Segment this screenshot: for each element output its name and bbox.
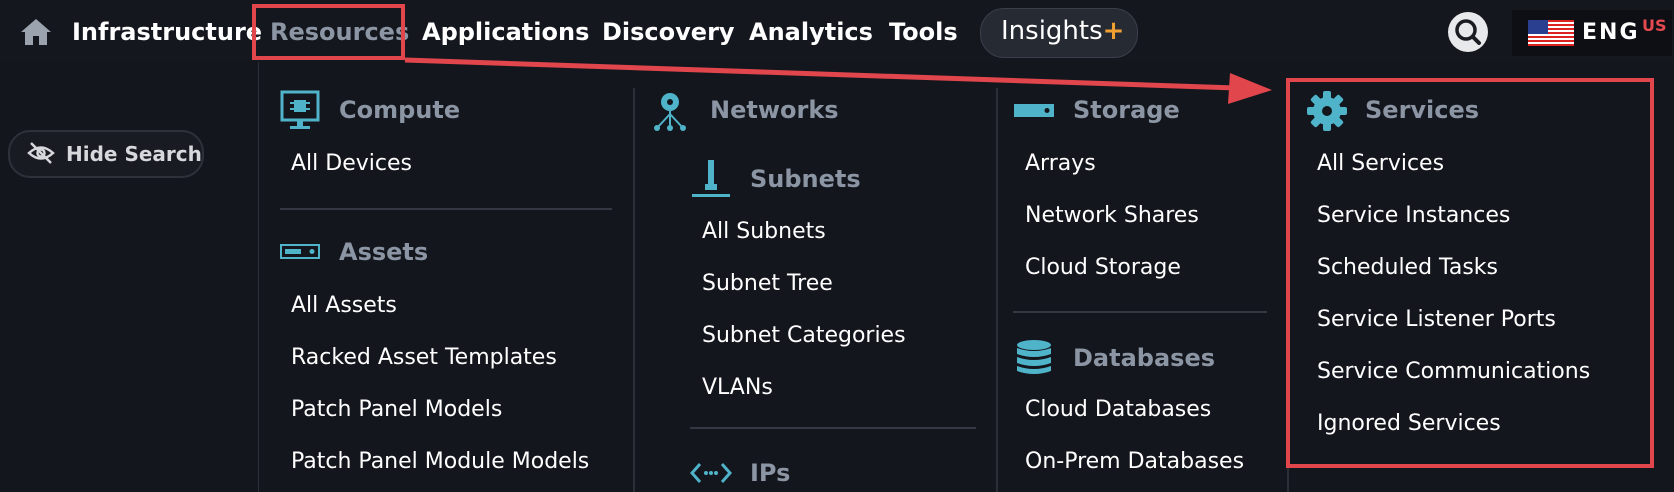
highlight-box-services — [1286, 78, 1654, 468]
us-flag-icon — [1528, 20, 1574, 46]
section-title-databases[interactable]: Databases — [1073, 344, 1215, 372]
link-racked-asset-templates[interactable]: Racked Asset Templates — [291, 345, 557, 370]
link-arrays[interactable]: Arrays — [1025, 151, 1096, 176]
language-region: US — [1642, 16, 1667, 35]
link-all-assets[interactable]: All Assets — [291, 293, 397, 318]
nav-tools[interactable]: Tools — [889, 14, 958, 50]
link-cloud-databases[interactable]: Cloud Databases — [1025, 397, 1211, 422]
sidebar-divider — [258, 62, 259, 492]
hide-search-button[interactable]: Hide Search — [8, 130, 204, 178]
insights-plus: + — [1102, 16, 1125, 46]
link-subnet-tree[interactable]: Subnet Tree — [702, 271, 833, 296]
nav-analytics[interactable]: Analytics — [749, 14, 873, 50]
compute-assets-divider — [280, 208, 612, 210]
link-patch-panel-module-models[interactable]: Patch Panel Module Models — [291, 449, 589, 474]
section-title-networks[interactable]: Networks — [710, 96, 839, 124]
monitor-chip-icon — [280, 90, 320, 129]
link-on-prem-databases[interactable]: On-Prem Databases — [1025, 449, 1244, 474]
storage-drive-icon — [1014, 104, 1054, 117]
nav-applications[interactable]: Applications — [422, 14, 589, 50]
column-divider-2 — [996, 88, 998, 492]
nav-infrastructure[interactable]: Infrastructure — [72, 14, 262, 50]
rack-asset-icon — [280, 244, 320, 259]
section-title-subnets[interactable]: Subnets — [750, 165, 861, 193]
search-icon — [1455, 19, 1481, 45]
subnet-icon — [692, 160, 730, 197]
home-icon[interactable] — [18, 14, 54, 50]
highlight-box-resources — [252, 4, 405, 60]
insights-label: Insights+ — [1001, 16, 1125, 46]
link-network-shares[interactable]: Network Shares — [1025, 203, 1199, 228]
column-divider-1 — [633, 88, 635, 492]
subnets-ips-divider — [690, 427, 976, 429]
section-title-storage[interactable]: Storage — [1073, 96, 1180, 124]
nav-discovery[interactable]: Discovery — [602, 14, 735, 50]
link-all-subnets[interactable]: All Subnets — [702, 219, 826, 244]
ip-arrows-icon — [690, 463, 732, 483]
link-vlans[interactable]: VLANs — [702, 375, 773, 400]
language-code: ENG — [1582, 20, 1640, 45]
hide-search-label: Hide Search — [66, 142, 202, 166]
section-title-ips[interactable]: IPs — [750, 459, 790, 487]
section-title-compute[interactable]: Compute — [339, 96, 460, 124]
storage-databases-divider — [1013, 311, 1267, 313]
link-subnet-categories[interactable]: Subnet Categories — [702, 323, 906, 348]
insights-button[interactable]: Insights+ — [980, 8, 1138, 58]
link-patch-panel-models[interactable]: Patch Panel Models — [291, 397, 502, 422]
search-button[interactable] — [1448, 12, 1488, 52]
language-selector[interactable]: ENG US — [1512, 10, 1672, 56]
eye-slash-icon — [27, 142, 55, 164]
link-cloud-storage[interactable]: Cloud Storage — [1025, 255, 1181, 280]
section-title-assets[interactable]: Assets — [339, 238, 428, 266]
network-icon — [654, 93, 686, 131]
database-icon — [1017, 340, 1051, 374]
link-all-devices[interactable]: All Devices — [291, 151, 412, 176]
